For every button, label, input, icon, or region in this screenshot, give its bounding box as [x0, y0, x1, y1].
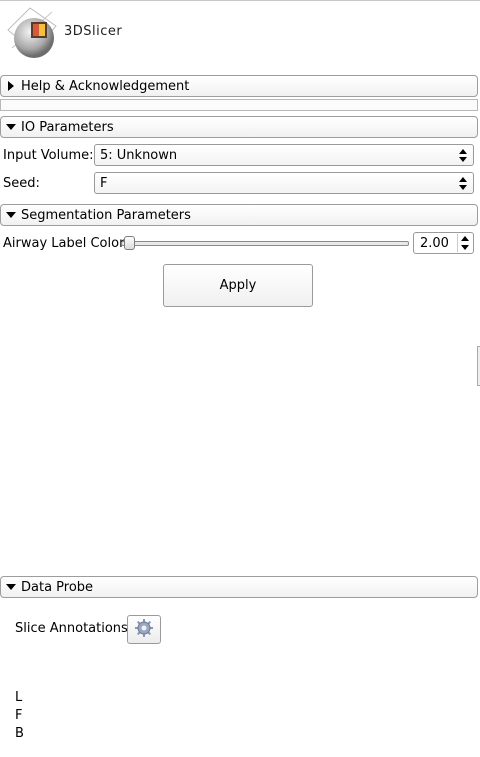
airway-label-color-spinbox[interactable]: 2.00: [413, 232, 474, 254]
up-down-arrows-icon[interactable]: [457, 234, 471, 252]
airway-label-color-label: Airway Label Color: [3, 236, 125, 251]
up-down-arrows-icon: [457, 148, 469, 163]
section-title: Segmentation Parameters: [21, 207, 191, 223]
combobox-value: F: [100, 175, 108, 191]
section-title: IO Parameters: [21, 119, 114, 135]
input-volume-label: Input Volume:: [3, 148, 94, 163]
app-logo-text: 3DSlicer: [64, 24, 123, 39]
apply-button[interactable]: Apply: [163, 264, 313, 307]
slice-annotations-label: Slice Annotations:: [15, 621, 133, 636]
seed-label: Seed:: [3, 176, 40, 191]
collapsible-separator[interactable]: [0, 99, 478, 111]
slicer-logo-icon: [4, 4, 64, 64]
data-probe-line: F: [15, 708, 23, 723]
section-data-probe[interactable]: Data Probe: [0, 576, 478, 598]
data-probe-line: L: [15, 690, 23, 705]
gear-icon: [134, 618, 154, 642]
up-down-arrows-icon: [457, 176, 469, 191]
triangle-down-icon: [1, 123, 21, 131]
seed-combobox[interactable]: F: [94, 172, 474, 194]
slice-annotations-button[interactable]: [127, 615, 161, 644]
top-border: [0, 0, 480, 1]
spinbox-value: 2.00: [420, 235, 449, 251]
airway-label-color-slider[interactable]: [121, 241, 409, 246]
section-io-parameters[interactable]: IO Parameters: [0, 116, 478, 138]
data-probe-line: B: [15, 726, 24, 741]
triangle-down-icon: [1, 211, 21, 219]
section-segmentation-parameters[interactable]: Segmentation Parameters: [0, 204, 478, 226]
section-title: Help & Acknowledgement: [21, 78, 190, 94]
section-help-acknowledgement[interactable]: Help & Acknowledgement: [0, 75, 478, 97]
input-volume-combobox[interactable]: 5: Unknown: [94, 144, 474, 166]
triangle-down-icon: [1, 583, 21, 591]
triangle-right-icon: [1, 81, 21, 91]
slider-handle[interactable]: [124, 236, 135, 250]
combobox-value: 5: Unknown: [100, 147, 178, 163]
section-title: Data Probe: [21, 579, 94, 595]
